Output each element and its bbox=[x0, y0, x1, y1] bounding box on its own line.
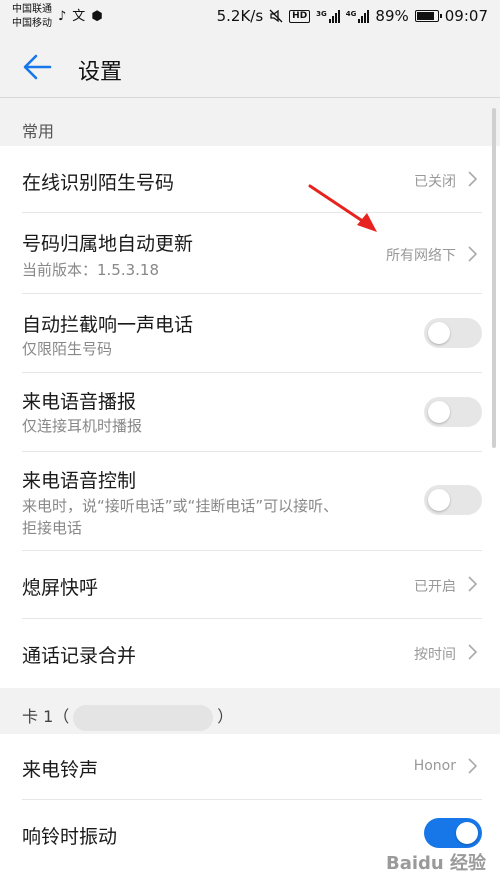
translate-icon: 文 bbox=[72, 9, 86, 24]
back-arrow-icon bbox=[23, 54, 52, 80]
chevron-right-icon bbox=[468, 576, 478, 592]
row-title: 熄屏快呼 bbox=[22, 577, 99, 599]
toggle-vibrate-ring[interactable] bbox=[424, 818, 482, 848]
row-title: 来电语音播报 bbox=[22, 391, 137, 413]
row-online-identify[interactable]: 在线识别陌生号码 已关闭 bbox=[22, 146, 482, 213]
notification-icons: ♪ 文 ⬢ bbox=[58, 9, 103, 25]
battery-icon bbox=[414, 10, 442, 22]
row-voice-announce: 来电语音播报 仅连接耳机时播报 bbox=[22, 373, 482, 452]
chevron-right-icon bbox=[468, 758, 478, 774]
row-subtitle: 仅限陌生号码 bbox=[22, 340, 113, 358]
row-ringtone[interactable]: 来电铃声 Honor bbox=[22, 734, 482, 800]
back-button[interactable] bbox=[20, 51, 56, 83]
row-merge-call-log[interactable]: 通话记录合并 按时间 bbox=[22, 619, 482, 688]
chevron-right-icon bbox=[468, 246, 478, 262]
tiktok-icon: ♪ bbox=[58, 9, 67, 24]
row-title: 响铃时振动 bbox=[22, 826, 118, 848]
chevron-right-icon bbox=[468, 644, 478, 660]
toggle-voice-control[interactable] bbox=[424, 485, 482, 515]
row-subtitle: 仅连接耳机时播报 bbox=[22, 417, 143, 435]
status-right: 5.2K/s HD 3G 4G 89% 09:07 bbox=[217, 7, 488, 25]
network-type-1: 3G bbox=[316, 10, 327, 18]
signal-2-icon: 4G bbox=[346, 9, 370, 23]
row-location-update[interactable]: 号码归属地自动更新 当前版本：1.5.3.18 所有网络下 bbox=[22, 213, 482, 294]
app-header: 设置 bbox=[0, 36, 500, 98]
network-type-2: 4G bbox=[345, 10, 357, 18]
annotation-arrow-icon bbox=[308, 184, 377, 232]
row-screen-off-call[interactable]: 熄屏快呼 已开启 bbox=[22, 551, 482, 619]
card1-label-prefix: 卡 1（ bbox=[22, 707, 70, 726]
card1-label-suffix: ） bbox=[217, 707, 234, 726]
signal-1-icon: 3G bbox=[316, 9, 340, 23]
row-value: 按时间 bbox=[414, 647, 456, 663]
row-voice-control: 来电语音控制 来电时，说“接听电话”或“挂断电话”可以接听、 拒接电话 bbox=[22, 452, 482, 551]
row-subtitle-line-2: 拒接电话 bbox=[22, 519, 83, 537]
carrier-names: 中国联通 中国移动 bbox=[12, 3, 52, 31]
carrier-1: 中国联通 bbox=[12, 4, 52, 15]
status-bar: 中国联通 中国移动 ♪ 文 ⬢ 5.2K/s HD 3G 4G 89% 09:0… bbox=[0, 0, 500, 36]
toggle-voice-announce[interactable] bbox=[424, 397, 482, 427]
network-speed: 5.2K/s bbox=[216, 7, 264, 25]
clock: 09:07 bbox=[444, 7, 488, 25]
row-title: 自动拦截响一声电话 bbox=[22, 314, 194, 336]
section-label-common: 常用 bbox=[22, 122, 55, 141]
row-title: 在线识别陌生号码 bbox=[22, 172, 175, 194]
app-shield-icon: ⬢ bbox=[91, 9, 103, 24]
row-title: 号码归属地自动更新 bbox=[22, 233, 194, 255]
row-value: 已开启 bbox=[414, 579, 456, 595]
row-title: 来电语音控制 bbox=[22, 470, 137, 492]
row-value: Honor bbox=[413, 758, 456, 774]
page-title: 设置 bbox=[78, 60, 123, 85]
watermark-logo: Baidu 经验 bbox=[385, 853, 486, 874]
row-value: 已关闭 bbox=[414, 174, 456, 190]
chevron-right-icon bbox=[468, 171, 478, 187]
row-value: 所有网络下 bbox=[386, 248, 456, 264]
row-subtitle-line-1: 来电时，说“接听电话”或“挂断电话”可以接听、 bbox=[22, 497, 339, 515]
row-subtitle: 当前版本：1.5.3.18 bbox=[22, 261, 160, 279]
section-label-card1: 卡 1（ ） bbox=[22, 703, 233, 731]
row-title: 通话记录合并 bbox=[22, 645, 137, 667]
carrier-2: 中国移动 bbox=[12, 18, 52, 29]
row-title: 来电铃声 bbox=[22, 759, 99, 781]
toggle-block-one-ring[interactable] bbox=[424, 318, 482, 348]
redacted-number bbox=[73, 704, 214, 731]
hd-badge: HD bbox=[289, 9, 311, 23]
row-block-one-ring: 自动拦截响一声电话 仅限陌生号码 bbox=[22, 294, 482, 373]
mute-icon bbox=[269, 9, 283, 23]
scrollbar[interactable] bbox=[492, 108, 496, 448]
common-settings-card: 在线识别陌生号码 已关闭 号码归属地自动更新 当前版本：1.5.3.18 所有网… bbox=[0, 146, 500, 688]
battery-percent: 89% bbox=[375, 7, 409, 25]
